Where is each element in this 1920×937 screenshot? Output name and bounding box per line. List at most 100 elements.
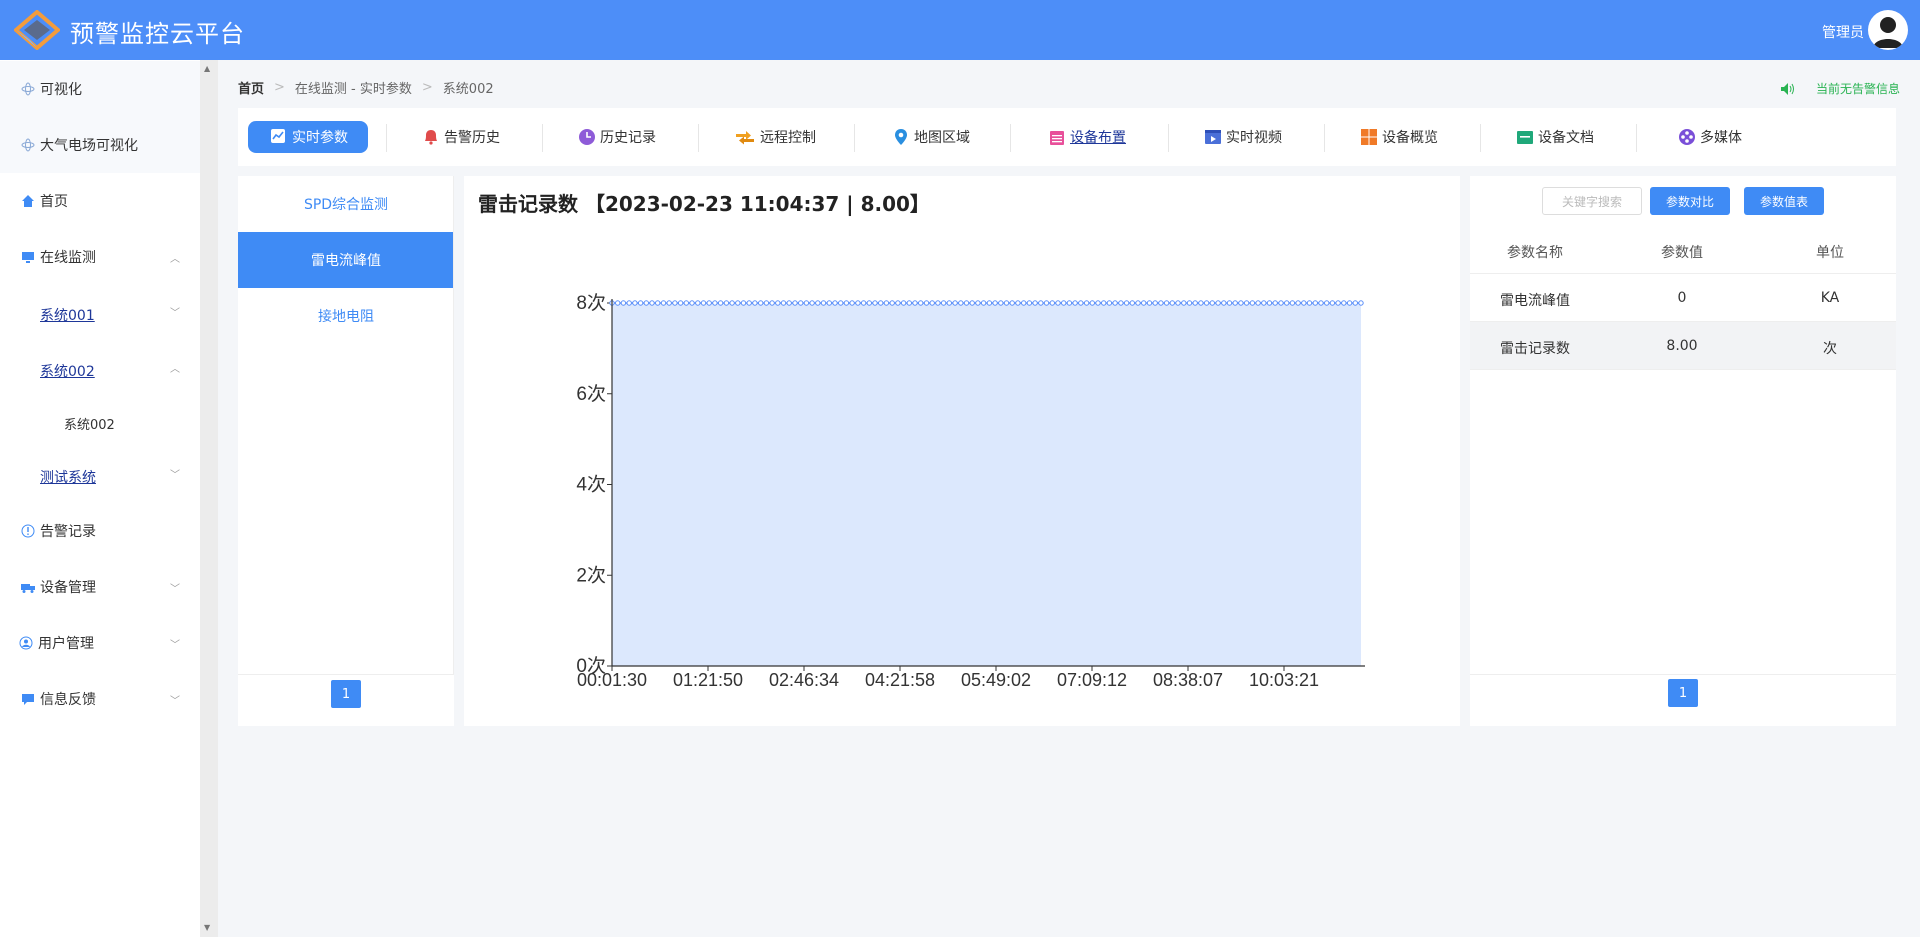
trend-icon xyxy=(270,128,288,146)
sidebar-item-device-management[interactable]: 设备管理 ﹀ xyxy=(0,559,200,615)
data-point xyxy=(906,300,912,306)
data-point xyxy=(935,300,941,306)
data-point xyxy=(969,300,975,306)
swap-icon xyxy=(734,128,756,146)
sidebar-scrollbar[interactable] xyxy=(200,60,218,937)
data-point xyxy=(1295,300,1301,306)
data-point xyxy=(1152,300,1158,306)
data-point xyxy=(1146,300,1153,306)
param-table-panel: 关键字搜索 参数对比 参数值表 参数名称 参数值 单位 雷电流峰值 0 KA 雷… xyxy=(1470,176,1896,726)
list-item-spd[interactable]: SPD综合监测 xyxy=(238,176,454,232)
scroll-up-icon[interactable]: ▲ xyxy=(204,64,210,73)
sidebar-item-home[interactable]: 首页 xyxy=(0,173,200,229)
data-point xyxy=(1089,300,1095,306)
data-point xyxy=(1232,300,1238,306)
top-header: 预警监控云平台 管理员 xyxy=(0,0,1920,60)
user-name[interactable]: 管理员 xyxy=(1822,22,1864,42)
scroll-down-icon[interactable]: ▼ xyxy=(204,923,210,932)
data-point xyxy=(1112,300,1118,306)
data-point xyxy=(1278,300,1284,306)
sidebar-item-user-management[interactable]: 用户管理 ﹀ xyxy=(0,615,200,671)
param-compare-button[interactable]: 参数对比 xyxy=(1650,187,1730,215)
data-point xyxy=(1072,300,1078,306)
list-item-ground-resistance[interactable]: 接地电阻 xyxy=(238,288,454,344)
sidebar-item-visualization[interactable]: 可视化 xyxy=(0,61,200,117)
data-point xyxy=(746,300,752,306)
sidebar-item-feedback[interactable]: 信息反馈 ﹀ xyxy=(0,671,200,727)
data-point xyxy=(729,300,735,306)
tab-multimedia[interactable]: 多媒体 xyxy=(1678,121,1742,153)
data-point xyxy=(940,300,947,306)
param-value-table-button[interactable]: 参数值表 xyxy=(1744,187,1824,215)
chevron-down-icon: ﹀ xyxy=(170,695,180,707)
table-row[interactable]: 雷击记录数 8.00 次 xyxy=(1470,322,1896,370)
data-point xyxy=(683,300,690,306)
user-circle-icon xyxy=(18,635,34,651)
atom-icon xyxy=(20,81,36,97)
chevron-down-icon[interactable]: ﹀ xyxy=(170,466,180,481)
sidebar-leaf-system002[interactable]: 系统002 xyxy=(64,414,115,433)
tab-label: 多媒体 xyxy=(1700,130,1742,146)
data-point xyxy=(1181,300,1187,306)
data-point xyxy=(677,300,684,306)
pagination-page-1[interactable]: 1 xyxy=(1668,679,1698,707)
tab-map-region[interactable]: 地图区域 xyxy=(892,121,970,153)
sidebar-subitem-system001[interactable]: 系统001 xyxy=(40,305,95,325)
data-point xyxy=(780,300,787,306)
data-point xyxy=(643,300,650,306)
alarm-status[interactable]: 当前无告警信息 xyxy=(1780,80,1900,97)
list-item-lightning-peak[interactable]: 雷电流峰值 xyxy=(238,232,454,288)
data-point xyxy=(620,300,627,306)
tab-live-video[interactable]: 实时视频 xyxy=(1204,121,1282,153)
data-point xyxy=(775,300,781,306)
tab-label: 实时视频 xyxy=(1226,130,1282,146)
chevron-up-icon[interactable]: ︿ xyxy=(170,360,180,375)
tab-history-records[interactable]: 历史记录 xyxy=(578,121,656,153)
sidebar-item-alarm-records[interactable]: 告警记录 xyxy=(0,503,200,559)
param-table: 参数名称 参数值 单位 雷电流峰值 0 KA 雷击记录数 8.00 次 xyxy=(1470,226,1896,370)
tab-device-layout[interactable]: 设备布置 xyxy=(1048,121,1126,153)
data-point xyxy=(632,300,638,306)
data-point xyxy=(1318,300,1324,306)
sidebar-item-label: 大气电场可视化 xyxy=(40,138,138,154)
tab-device-overview[interactable]: 设备概览 xyxy=(1360,121,1438,153)
data-point xyxy=(1312,300,1318,306)
logo-icon xyxy=(14,10,60,50)
data-point xyxy=(1083,300,1090,306)
table-row[interactable]: 雷电流峰值 0 KA xyxy=(1470,274,1896,322)
data-point xyxy=(712,300,718,306)
atom-icon xyxy=(20,137,36,153)
data-point xyxy=(758,300,764,306)
info-circle-icon xyxy=(20,523,36,539)
avatar[interactable] xyxy=(1868,10,1908,50)
tab-remote-control[interactable]: 远程控制 xyxy=(734,121,816,153)
tab-realtime-params[interactable]: 实时参数 xyxy=(248,121,368,153)
chevron-down-icon[interactable]: ﹀ xyxy=(170,304,180,319)
table-cell: 雷电流峰值 xyxy=(1500,293,1570,309)
data-point xyxy=(1118,300,1124,306)
pagination-page-1[interactable]: 1 xyxy=(331,680,361,708)
tab-divider xyxy=(1480,124,1481,152)
tab-device-docs[interactable]: 设备文档 xyxy=(1516,121,1594,153)
breadcrumb-middle[interactable]: 在线监测 - 实时参数 xyxy=(295,78,412,97)
data-point xyxy=(1021,300,1027,306)
sidebar-item-efield-visualization[interactable]: 大气电场可视化 xyxy=(0,117,200,173)
x-tick-label: 08:38:07 xyxy=(1153,670,1223,690)
breadcrumb-home[interactable]: 首页 xyxy=(238,78,264,97)
data-point xyxy=(1158,300,1164,306)
data-point xyxy=(912,300,918,306)
x-tick-label: 01:21:50 xyxy=(673,670,743,690)
tab-alarm-history[interactable]: 告警历史 xyxy=(422,121,500,153)
data-point xyxy=(1249,300,1256,306)
keyword-search-input[interactable]: 关键字搜索 xyxy=(1542,187,1642,215)
clock-icon xyxy=(578,128,596,146)
sidebar-subitem-system002[interactable]: 系统002 xyxy=(40,361,95,381)
data-point xyxy=(1192,300,1198,306)
sidebar-subitem-test-system[interactable]: 测试系统 xyxy=(40,467,96,487)
column-header: 单位 xyxy=(1816,245,1844,261)
data-point xyxy=(689,300,695,306)
panel-divider xyxy=(1470,674,1896,675)
data-point xyxy=(809,300,815,306)
x-tick-label: 10:03:21 xyxy=(1249,670,1319,690)
sidebar-item-online-monitoring[interactable]: 在线监测 ︿ xyxy=(0,229,200,285)
